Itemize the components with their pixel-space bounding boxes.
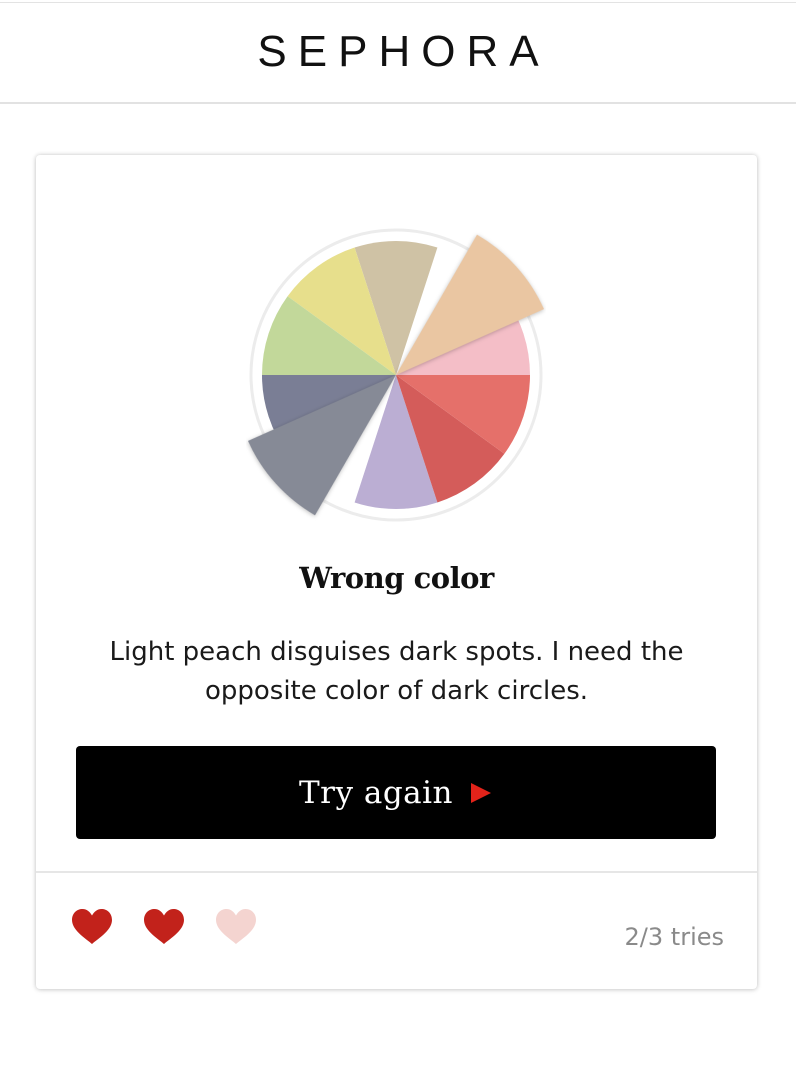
lives-hearts: [70, 907, 286, 947]
result-message: Light peach disguises dark spots. I need…: [109, 637, 684, 706]
try-again-button[interactable]: Try again: [76, 746, 716, 839]
try-again-label: Try again: [298, 774, 454, 811]
heart-icon: [72, 909, 112, 944]
heart-icon: [144, 909, 184, 944]
tries-counter: 2/3 tries: [624, 923, 724, 951]
color-wheel[interactable]: [246, 225, 546, 525]
footer-divider: [36, 871, 757, 873]
heart-icon: [216, 909, 256, 944]
site-header: SEPHORA: [0, 3, 796, 104]
result-title: Wrong color: [299, 561, 494, 595]
play-arrow-icon: [471, 782, 492, 803]
sephora-logo[interactable]: SEPHORA: [257, 27, 549, 77]
result-card: Wrong color Light peach disguises dark s…: [36, 155, 757, 989]
